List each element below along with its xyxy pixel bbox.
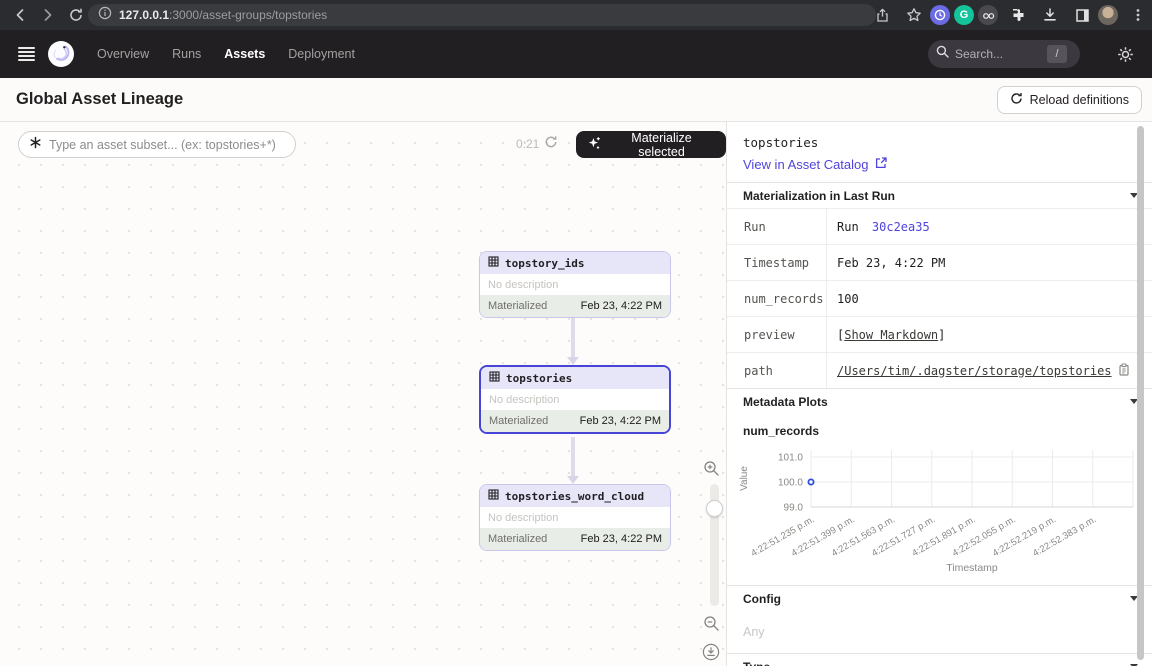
app-top-nav: Overview Runs Assets Deployment /	[0, 30, 1152, 78]
site-info-icon[interactable]	[98, 6, 112, 25]
search-icon	[936, 45, 949, 63]
node-description: No description	[480, 507, 670, 528]
browser-forward-icon[interactable]	[36, 3, 60, 27]
svg-text:99.0: 99.0	[784, 503, 804, 514]
asset-node-topstory-ids[interactable]: topstory_ids No description Materialized…	[479, 251, 671, 318]
zoom-out-icon[interactable]	[703, 615, 720, 637]
table-icon	[488, 489, 499, 503]
svg-text:101.0: 101.0	[778, 453, 803, 464]
row-preview: preview [Show Markdown]	[727, 316, 1152, 352]
nav-item-assets[interactable]: Assets	[224, 47, 265, 61]
edge-topstory-ids-to-topstories	[571, 318, 575, 358]
view-in-asset-catalog-link[interactable]: View in Asset Catalog	[743, 157, 1136, 172]
asset-node-topstories-word-cloud[interactable]: topstories_word_cloud No description Mat…	[479, 484, 671, 551]
browser-reload-icon[interactable]	[64, 3, 88, 27]
node-status-footer: MaterializedFeb 23, 4:22 PM	[480, 295, 670, 317]
fit-view-icon[interactable]	[702, 643, 720, 666]
extensions-puzzle-icon[interactable]	[1006, 3, 1030, 27]
url-text: 127.0.0.1:3000/asset-groups/topstories	[119, 8, 327, 22]
global-search[interactable]: /	[928, 40, 1080, 68]
downloads-icon[interactable]	[1038, 3, 1062, 27]
svg-text:100.0: 100.0	[778, 478, 803, 489]
page-header: Global Asset Lineage Reload definitions	[0, 78, 1152, 122]
row-timestamp: Timestamp Feb 23, 4:22 PM	[727, 244, 1152, 280]
nav-item-runs[interactable]: Runs	[172, 47, 201, 61]
row-run: Run Run 30c2ea35	[727, 208, 1152, 244]
node-description: No description	[480, 274, 670, 295]
table-icon	[488, 256, 499, 270]
asset-node-topstories[interactable]: topstories No description MaterializedFe…	[479, 365, 671, 434]
extension-grammarly-icon[interactable]: G	[954, 5, 974, 25]
show-markdown-link[interactable]: Show Markdown	[844, 328, 938, 342]
reload-definitions-button[interactable]: Reload definitions	[997, 86, 1142, 114]
asset-detail-panel: topstories View in Asset Catalog Materia…	[726, 122, 1152, 666]
graph-refresh-icon[interactable]	[544, 135, 558, 154]
zoom-in-icon[interactable]	[703, 460, 720, 482]
refresh-icon	[1010, 92, 1023, 108]
browser-profile-avatar[interactable]	[1098, 5, 1118, 25]
browser-url-bar[interactable]: 127.0.0.1:3000/asset-groups/topstories	[88, 4, 876, 26]
sidebar-toggle-icon[interactable]	[1070, 3, 1094, 27]
edge-topstories-to-word-cloud	[571, 437, 575, 477]
zoom-slider-handle[interactable]	[706, 500, 723, 517]
node-status-footer: MaterializedFeb 23, 4:22 PM	[481, 410, 669, 432]
section-type[interactable]: Type	[727, 653, 1152, 666]
svg-text:Timestamp: Timestamp	[946, 562, 998, 574]
svg-text:Value: Value	[739, 466, 750, 491]
detail-panel-scrollbar[interactable]	[1137, 126, 1144, 660]
section-metadata-plots[interactable]: Metadata Plots	[727, 388, 1152, 414]
graph-timer: 0:21	[516, 137, 539, 151]
row-path: path /Users/tim/.dagster/storage/topstor…	[727, 352, 1152, 388]
graph-filter-icon	[29, 136, 42, 154]
section-materialization-last-run[interactable]: Materialization in Last Run	[727, 182, 1152, 208]
nav-item-deployment[interactable]: Deployment	[288, 47, 355, 61]
settings-gear-icon[interactable]	[1117, 46, 1134, 68]
materialize-selected-button[interactable]: Materialize selected	[576, 131, 726, 158]
nav-item-overview[interactable]: Overview	[97, 47, 149, 61]
browser-back-icon[interactable]	[8, 3, 32, 27]
metadata-plot-chart: 99.0100.0101.04:22:51.235 p.m.4:22:51.39…	[727, 440, 1152, 585]
share-icon[interactable]	[870, 3, 894, 27]
node-description: No description	[481, 389, 669, 410]
node-status-footer: MaterializedFeb 23, 4:22 PM	[480, 528, 670, 550]
copy-clipboard-icon[interactable]	[1118, 363, 1130, 379]
plot-title: num_records	[727, 414, 1152, 440]
asset-subset-input[interactable]	[49, 138, 279, 152]
config-value: Any	[727, 611, 1152, 653]
asset-graph-canvas[interactable]: 0:21 Materialize selected topstory_ids N…	[0, 122, 726, 666]
run-id-link[interactable]: 30c2ea35	[872, 220, 930, 234]
asset-subset-filter[interactable]	[18, 131, 296, 158]
dagster-logo-icon[interactable]	[47, 40, 75, 68]
sparkle-icon	[587, 136, 601, 153]
bookmark-star-icon[interactable]	[902, 3, 926, 27]
table-icon	[489, 371, 500, 385]
page-title: Global Asset Lineage	[16, 90, 183, 109]
external-link-icon	[875, 157, 887, 172]
extension-glasses-icon[interactable]	[978, 5, 998, 25]
row-num-records: num_records 100	[727, 280, 1152, 316]
browser-chrome: 127.0.0.1:3000/asset-groups/topstories G	[0, 0, 1152, 30]
extension-clock-icon[interactable]	[930, 5, 950, 25]
section-config[interactable]: Config	[727, 585, 1152, 611]
search-shortcut-badge: /	[1047, 45, 1067, 63]
detail-asset-name: topstories	[743, 135, 1136, 150]
nav-menu-icon[interactable]	[18, 47, 35, 61]
search-input[interactable]	[955, 47, 1041, 61]
browser-menu-icon[interactable]	[1126, 3, 1150, 27]
path-link[interactable]: /Users/tim/.dagster/storage/topstories	[837, 364, 1112, 378]
